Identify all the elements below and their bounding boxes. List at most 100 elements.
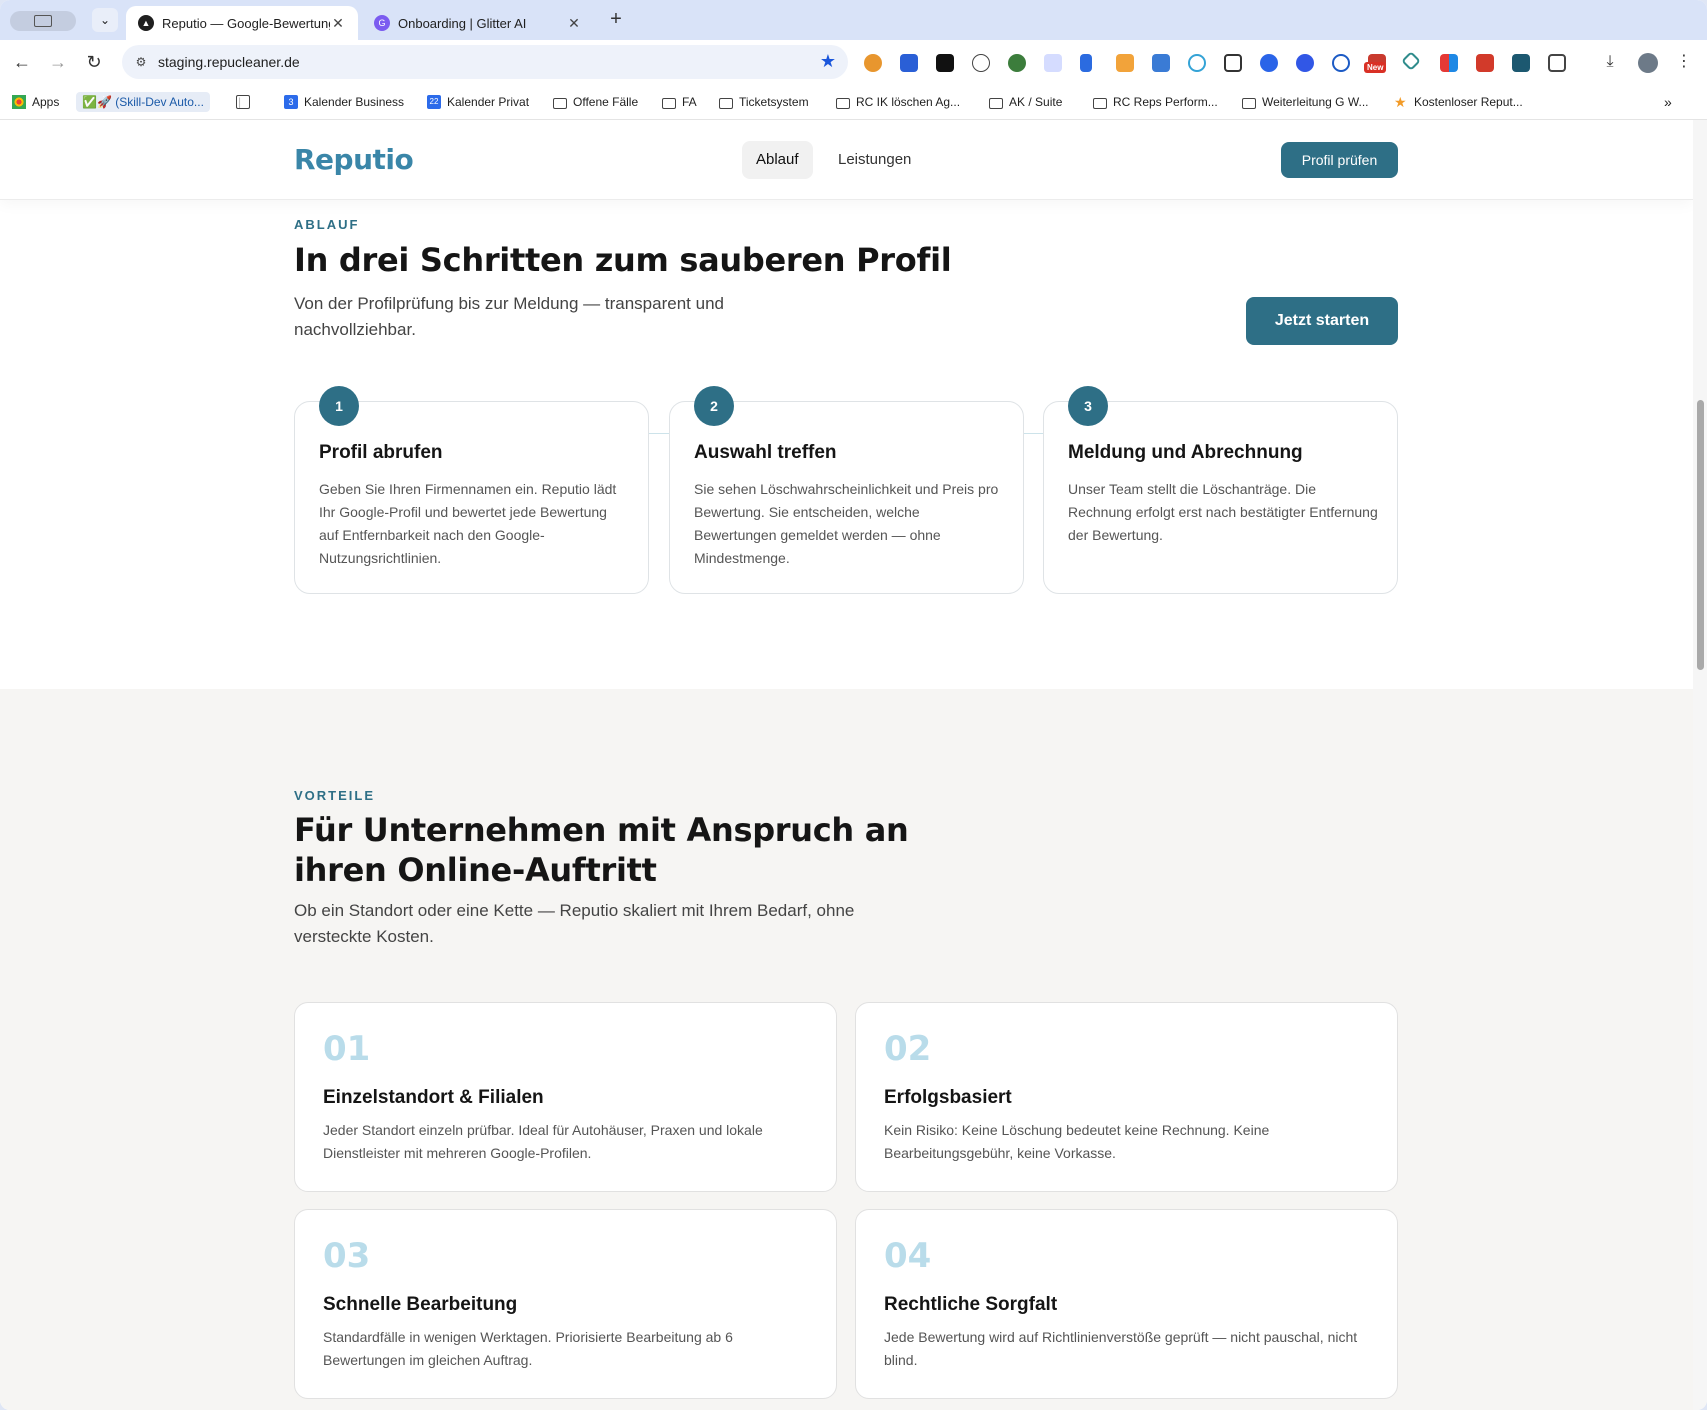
feature-text: Kein Risiko: Keine Löschung bedeutet kei… [884,1122,1270,1161]
step-text: Sie sehen Löschwahrscheinlichkeit und Pr… [694,481,999,566]
profile-avatar[interactable] [1638,53,1658,73]
bookmark-kalender-business[interactable]: 3 Kalender Business [284,92,404,112]
extension-screenshot-icon[interactable] [1224,54,1242,72]
bookmark-fa[interactable]: FA [662,92,697,112]
browser-window: ⌄ ▲ Reputio — Google-Bewertungen ✕ G Onb… [0,0,1707,1410]
url-text: staging.repucleaner.de [158,54,300,70]
tab-reputio[interactable]: ▲ Reputio — Google-Bewertungen ✕ [126,6,358,40]
forward-button[interactable]: → [46,50,70,74]
step-title: Auswahl treffen [694,442,837,463]
extension-color-icon[interactable] [1440,54,1458,72]
extension-globe-icon[interactable] [1008,54,1026,72]
extension-ai-icon[interactable] [936,54,954,72]
new-badge: New [1364,62,1387,73]
extension-sun-icon[interactable] [864,54,882,72]
downloads-icon[interactable]: ⤓ [1598,50,1622,74]
feature-card-01: 01 Einzelstandort & Filialen Jeder Stand… [294,1002,837,1192]
extensions-puzzle-icon[interactable] [1548,54,1566,72]
bookmark-apps[interactable]: Apps [12,92,59,112]
step-card-2: Auswahl treffen Sie sehen Löschwahrschei… [669,401,1024,594]
bookmark-star-icon[interactable]: ★ [820,51,836,72]
tab-title: Onboarding | Glitter AI [398,15,527,31]
extension-gear-icon[interactable] [900,54,918,72]
more-bookmarks-chevron-icon[interactable]: » [1664,92,1672,112]
site-logo[interactable]: Reputio [294,143,414,176]
extension-teal-icon[interactable] [1512,54,1530,72]
feature-title: Schnelle Bearbeitung [323,1294,518,1315]
bookmark-label: Weiterleitung G W... [1262,95,1369,109]
bookmark-kostenloser[interactable]: ★ Kostenloser Reput... [1394,92,1523,112]
page-scrollbar[interactable] [1693,120,1707,1410]
step-connector [1023,433,1043,434]
feature-title: Rechtliche Sorgfalt [884,1294,1058,1315]
feature-text: Jeder Standort einzeln prüfbar. Ideal fü… [323,1122,763,1161]
extension-smile-icon[interactable] [1188,54,1206,72]
nav-ablauf[interactable]: Ablauf [742,141,813,179]
tab-glitter[interactable]: G Onboarding | Glitter AI ✕ [362,6,594,40]
bookmark-weiterleitung[interactable]: Weiterleitung G W... [1242,92,1368,112]
extension-compass-icon[interactable] [1260,54,1278,72]
ablauf-lead: Von der Profilprüfung bis zur Meldung — … [294,294,724,339]
star-icon: ★ [1394,94,1407,110]
vorteile-eyebrow: VORTEILE [294,788,376,803]
extension-box-icon[interactable] [1116,54,1134,72]
nav-leistungen[interactable]: Leistungen [824,141,925,179]
page-scrollbar-thumb[interactable] [1697,400,1704,670]
extension-search-q-icon[interactable] [1476,54,1494,72]
extension-arrow-icon[interactable] [1152,54,1170,72]
extension-pause-icon[interactable] [1296,54,1314,72]
step-text: Geben Sie Ihren Firmennamen ein. Reputio… [319,481,617,566]
close-tab-icon[interactable]: ✕ [330,15,346,32]
feature-number: 04 [884,1236,932,1276]
bookmark-rc-reps[interactable]: RC Reps Perform... [1093,92,1218,112]
step-number-badge: 3 [1068,386,1108,426]
feature-number: 01 [323,1029,371,1069]
step-card-1: Profil abrufen Geben Sie Ihren Firmennam… [294,401,649,594]
tab-title: Reputio — Google-Bewertungen [162,15,330,31]
reload-button[interactable]: ↻ [82,50,106,74]
extension-phone-icon[interactable] [1080,54,1092,72]
bookmark-label: AK / Suite [1009,95,1063,109]
extension-signal-icon[interactable] [1044,54,1062,72]
site-settings-icon[interactable]: ⚙ [132,53,150,71]
new-tab-button[interactable]: + [604,8,628,32]
bookmark-offene-faelle[interactable]: Offene Fälle [553,92,638,112]
profile-window-icon [34,15,52,27]
menu-kebab-icon[interactable]: ⋮ [1672,50,1696,74]
step-text: Unser Team stellt die Löschanträge. Die … [1068,481,1378,543]
address-bar[interactable]: ⚙ staging.repucleaner.de ★ [122,45,848,79]
bookmark-ticketsystem[interactable]: Ticketsystem [719,92,809,112]
bookmark-label: Apps [32,95,60,109]
vorteile-section: VORTEILE Für Unternehmen mit Anspruch an… [0,689,1693,1410]
bookmark-label: Kostenloser Reput... [1414,95,1523,109]
reputio-favicon-icon: ▲ [138,15,154,31]
bookmark-rc-ik[interactable]: RC IK löschen Ag... [836,92,960,112]
tab-search-button[interactable]: ⌄ [92,8,118,32]
bookmark-label: ✅🚀 (Skill-Dev Auto... [82,95,204,109]
vorteile-lead: Ob ein Standort oder eine Kette — Reputi… [294,901,855,946]
browser-toolbar: ← → ↻ ⚙ staging.repucleaner.de ★ New ⤓ ⋮ [0,40,1707,84]
feature-card-04: 04 Rechtliche Sorgfalt Jede Bewertung wi… [855,1209,1398,1399]
window-switcher-button[interactable] [10,11,76,31]
back-button[interactable]: ← [10,50,34,74]
extension-diamond-icon[interactable] [1401,51,1421,71]
bookmark-ak-suite[interactable]: AK / Suite [989,92,1062,112]
bookmark-label: Kalender Business [304,95,405,109]
bookmark-skill-dev[interactable]: ✅🚀 (Skill-Dev Auto... [76,92,210,112]
jetzt-starten-button[interactable]: Jetzt starten [1246,297,1398,345]
bookmark-tab-groups[interactable] [236,92,256,112]
feature-text: Jede Bewertung wird auf Richtlinienverst… [884,1329,1358,1368]
folder-icon [1242,97,1256,109]
glitter-favicon-icon: G [374,15,390,31]
bookmark-label: Offene Fälle [573,95,639,109]
extension-1password-icon[interactable] [1332,54,1350,72]
feature-text: Standardfälle in wenigen Werktagen. Prio… [323,1329,733,1368]
step-number-badge: 1 [319,386,359,426]
extension-cloud-icon[interactable] [972,54,990,72]
close-tab-icon[interactable]: ✕ [566,15,582,32]
feature-title: Einzelstandort & Filialen [323,1087,544,1108]
step-connector [649,433,669,434]
profil-pruefen-button[interactable]: Profil prüfen [1281,142,1398,178]
bookmark-kalender-privat[interactable]: 22 Kalender Privat [427,92,529,112]
folder-icon [989,97,1003,109]
